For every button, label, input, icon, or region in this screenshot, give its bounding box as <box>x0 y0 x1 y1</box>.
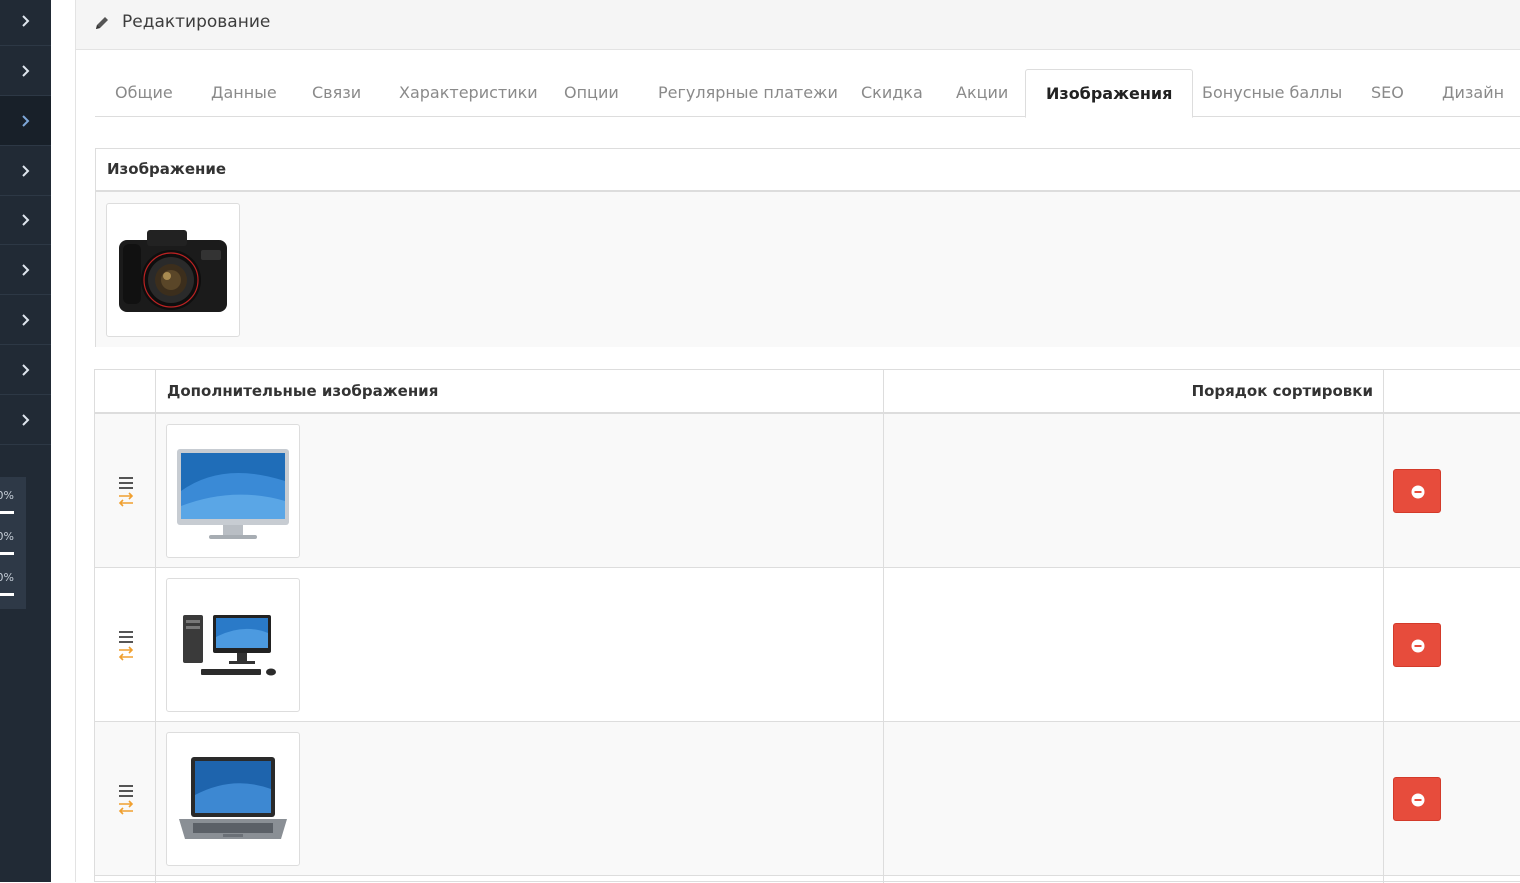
chevron-right-icon <box>22 165 30 177</box>
chevron-right-icon <box>22 65 30 77</box>
tab-images[interactable]: Изображения <box>1025 69 1194 118</box>
header-cell-sort: Порядок сортировки <box>884 370 1384 414</box>
laptop-image <box>179 757 287 839</box>
tab-special[interactable]: Акции <box>936 69 1028 117</box>
panel-heading: Редактирование <box>76 0 1520 50</box>
sort-order-cell[interactable] <box>884 414 1384 568</box>
chevron-right-icon <box>22 15 30 27</box>
additional-images-table: Дополнительные изображения Порядок сорти… <box>94 369 1520 883</box>
tab-discount[interactable]: Скидка <box>841 69 943 117</box>
tab-data[interactable]: Данные <box>191 69 297 117</box>
stat-bar <box>0 511 14 514</box>
additional-images-header: Дополнительные изображения Порядок сорти… <box>95 370 1520 414</box>
chevron-right-icon <box>22 364 30 376</box>
sidebar-item-5[interactable] <box>0 195 51 245</box>
sidebar-stats: 0% 0% 0% <box>0 477 26 609</box>
sidebar-item-6[interactable] <box>0 245 51 295</box>
sort-order-cell[interactable] <box>884 722 1384 876</box>
additional-image-thumbnail[interactable] <box>166 424 300 558</box>
stat-percent: 0% <box>0 489 14 502</box>
main-image-table: Изображение <box>95 148 1520 347</box>
tab-general[interactable]: Общие <box>95 69 193 117</box>
stat-bar <box>0 593 14 596</box>
stat-bar <box>0 552 14 555</box>
table-row <box>95 414 1520 568</box>
chevron-right-icon <box>22 115 30 127</box>
sidebar-item-2[interactable] <box>0 46 51 96</box>
remove-image-button[interactable] <box>1393 777 1441 821</box>
page-title: Редактирование <box>122 12 271 32</box>
stat-item: 0% <box>0 559 26 599</box>
header-sort-label: Порядок сортировки <box>1191 382 1373 400</box>
tab-links[interactable]: Связи <box>292 69 381 117</box>
tab-attributes[interactable]: Характеристики <box>379 69 558 117</box>
table-row <box>95 722 1520 876</box>
drag-handle-icon[interactable] <box>117 782 135 816</box>
stat-percent: 0% <box>0 530 14 543</box>
table-row <box>95 568 1520 722</box>
camera-image <box>119 230 227 312</box>
sidebar-item-8[interactable] <box>0 345 51 395</box>
sidebar-item-1[interactable] <box>0 0 51 46</box>
remove-image-button[interactable] <box>1393 623 1441 667</box>
minus-circle-icon <box>1411 485 1425 499</box>
tab-design[interactable]: Дизайн <box>1422 69 1520 117</box>
sort-order-cell[interactable] <box>884 568 1384 722</box>
image-cell <box>156 414 884 568</box>
image-cell <box>156 568 884 722</box>
sidebar-item-9[interactable] <box>0 395 51 445</box>
minus-circle-icon <box>1411 639 1425 653</box>
tab-options[interactable]: Опции <box>544 69 639 117</box>
monitor-image <box>177 449 289 539</box>
main-image-header-label: Изображение <box>107 160 227 178</box>
drag-cell <box>95 414 156 568</box>
main-image-header: Изображение <box>96 149 1520 192</box>
image-cell <box>156 722 884 876</box>
drag-cell <box>95 722 156 876</box>
desktop-pc-image <box>183 615 276 676</box>
pencil-icon <box>96 17 108 29</box>
drag-handle-icon[interactable] <box>117 628 135 662</box>
chevron-right-icon <box>22 314 30 326</box>
tab-reward-points[interactable]: Бонусные баллы <box>1182 69 1362 117</box>
stat-percent: 0% <box>0 571 14 584</box>
chevron-right-icon <box>22 214 30 226</box>
tab-recurring[interactable]: Регулярные платежи <box>638 69 858 117</box>
tab-seo[interactable]: SEO <box>1351 69 1424 117</box>
stat-item: 0% <box>0 477 26 517</box>
stat-item: 0% <box>0 518 26 558</box>
drag-cell <box>95 568 156 722</box>
main-image-thumbnail[interactable] <box>106 203 240 337</box>
additional-image-thumbnail[interactable] <box>166 732 300 866</box>
header-cell-images: Дополнительные изображения <box>156 370 884 414</box>
additional-image-thumbnail[interactable] <box>166 578 300 712</box>
chevron-right-icon <box>22 414 30 426</box>
sidebar-item-7[interactable] <box>0 295 51 345</box>
header-cell-drag <box>95 370 156 414</box>
chevron-right-icon <box>22 264 30 276</box>
main-image-body <box>96 192 1520 347</box>
remove-image-button[interactable] <box>1393 469 1441 513</box>
sidebar-item-4[interactable] <box>0 146 51 196</box>
sidebar-item-3[interactable] <box>0 96 51 146</box>
tab-bar: Общие Данные Связи Характеристики Опции … <box>95 69 1520 118</box>
minus-circle-icon <box>1411 793 1425 807</box>
header-images-label: Дополнительные изображения <box>167 382 439 400</box>
sidebar: 0% 0% 0% <box>0 0 51 882</box>
drag-handle-icon[interactable] <box>117 474 135 508</box>
